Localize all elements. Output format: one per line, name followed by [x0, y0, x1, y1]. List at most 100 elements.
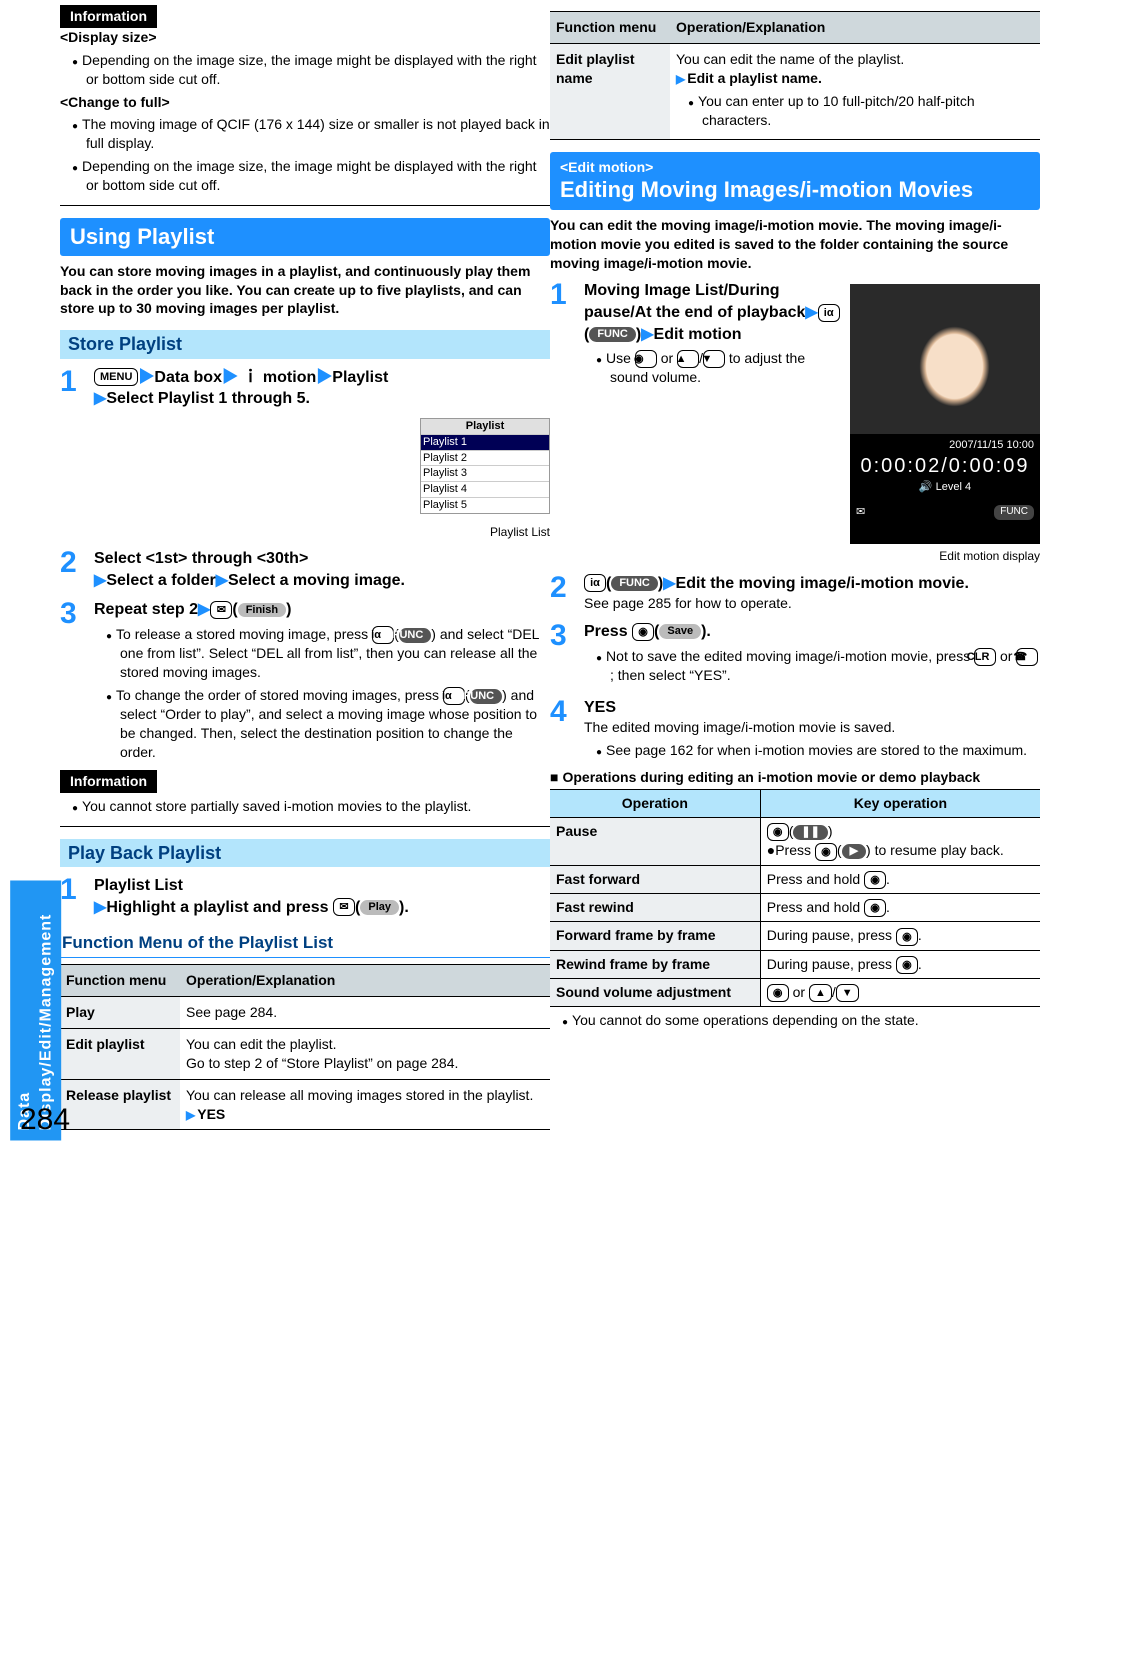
ir-key-icon: iα: [818, 304, 840, 322]
clr-key-icon: CLR: [974, 648, 996, 666]
step-text: Select <1st> through <30th>: [94, 548, 550, 570]
down-key-icon: ▼: [836, 984, 859, 1002]
step-1: 1 MENU▶Data box▶ ｉ motion▶Playlist ▶Sele…: [60, 367, 550, 410]
edit-title: Editing Moving Images/i-motion Movies: [560, 177, 1030, 203]
info-bullet: Depending on the image size, the image m…: [66, 157, 550, 195]
op-label: Rewind frame by frame: [550, 950, 760, 978]
table-row: Fast rewind Press and hold ◉.: [550, 893, 1040, 921]
ir-key-icon: iα: [372, 626, 394, 644]
step-text: Edit the moving image/i-motion movie.: [676, 575, 969, 592]
center-key-icon: ◉: [815, 843, 837, 861]
op-value: Press and hold ◉.: [760, 865, 1040, 893]
display-size-heading: <Display size>: [60, 28, 550, 47]
step-note: To change the order of stored moving ima…: [100, 686, 550, 762]
step-2: 2 iα(FUNC)▶Edit the moving image/i-motio…: [550, 573, 1040, 613]
fm-value: You can edit the name of the playlist. E…: [670, 43, 1040, 140]
op-value: During pause, press ◉.: [760, 950, 1040, 978]
step-note: See page 285 for how to operate.: [584, 594, 1040, 613]
store-playlist-heading: Store Playlist: [60, 330, 550, 358]
table-row: Play See page 284.: [60, 997, 550, 1029]
func-button-icon: FUNC: [589, 327, 636, 342]
up-key-icon: ▲: [677, 350, 699, 368]
play-icon: ▶: [842, 844, 866, 859]
editing-movies-heading: <Edit motion> Editing Moving Images/i-mo…: [550, 152, 1040, 209]
operations-heading: Operations during editing an i-motion mo…: [550, 768, 1040, 787]
play-button-icon: Play: [360, 900, 399, 915]
edit-tag: <Edit motion>: [560, 158, 1030, 177]
step-text: YES: [584, 697, 1040, 719]
pause-icon: ❚❚: [793, 825, 827, 840]
step-text: Select a folder: [106, 572, 215, 589]
photo-level: 🔊 Level 4: [856, 480, 1034, 495]
step-number: 1: [60, 875, 94, 918]
op-value: ◉(❚❚)●Press ◉(▶) to resume play back.: [760, 818, 1040, 866]
op-value: ◉ or ▲/▼: [760, 978, 1040, 1006]
step-text: Edit motion: [654, 326, 742, 343]
fm-label: Edit playlist name: [550, 43, 670, 140]
change-to-full-heading: <Change to full>: [60, 93, 550, 112]
table-row: Rewind frame by frame During pause, pres…: [550, 950, 1040, 978]
step-text: Playlist List: [94, 875, 550, 897]
save-button-icon: Save: [659, 624, 701, 639]
table-row: Forward frame by frame During pause, pre…: [550, 922, 1040, 950]
function-menu-table: Function menuOperation/Explanation Play …: [60, 964, 550, 1130]
step-number: 3: [60, 599, 94, 766]
photo-date: 2007/11/15 10:00: [856, 438, 1034, 453]
tail-note: You cannot do some operations depending …: [556, 1011, 1040, 1030]
right-key-icon: ◉: [896, 928, 918, 946]
step-text: Press: [584, 623, 632, 640]
down-key-icon: ▼: [703, 350, 725, 368]
information-tag: Information: [60, 770, 157, 793]
step-number: 1: [550, 280, 584, 564]
table-row: Edit playlist You can edit the playlist.…: [60, 1028, 550, 1079]
nav-key-icon: ◉: [635, 350, 657, 368]
left-key-icon: ◉: [896, 956, 918, 974]
list-item: Playlist 3: [421, 465, 549, 481]
fm-value: You can release all moving images stored…: [180, 1079, 550, 1130]
info-bullet: You cannot store partially saved i-motio…: [66, 797, 550, 816]
step-number: 1: [60, 367, 94, 410]
op-label: Fast forward: [550, 865, 760, 893]
center-key-icon: ◉: [632, 623, 654, 641]
table-header: Operation: [550, 790, 760, 818]
fm-note: You can enter up to 10 full-pitch/20 hal…: [682, 92, 1034, 130]
step-4: 4 YES The edited moving image/i-motion m…: [550, 697, 1040, 764]
step-number: 3: [550, 621, 584, 689]
function-menu-heading: Function Menu of the Playlist List: [60, 930, 550, 958]
op-label: Forward frame by frame: [550, 922, 760, 950]
edit-intro: You can edit the moving image/i-motion m…: [550, 216, 1040, 273]
end-key-icon: ☎: [1016, 648, 1038, 666]
ir-key-icon: iα: [584, 574, 606, 592]
step-number: 2: [60, 548, 94, 591]
step-number: 2: [550, 573, 584, 613]
play-back-playlist-heading: Play Back Playlist: [60, 839, 550, 867]
step-text: motion: [263, 369, 316, 386]
list-item: Playlist 5: [421, 497, 549, 513]
step-text: Moving Image List/During pause/At the en…: [584, 282, 805, 321]
func-button-icon: FUNC: [399, 628, 432, 643]
information-tag: Information: [60, 5, 157, 28]
fm-label: Play: [60, 997, 180, 1029]
mail-key-icon: ✉: [333, 898, 355, 916]
table-row: Edit playlist name You can edit the name…: [550, 43, 1040, 140]
step-note: To release a stored moving image, press …: [100, 625, 550, 682]
fm-label: Edit playlist: [60, 1028, 180, 1079]
table-header: Key operation: [760, 790, 1040, 818]
playlist-screenshot: Playlist Playlist 1 Playlist 2 Playlist …: [420, 418, 550, 514]
step-note: See page 162 for when i-motion movies ar…: [590, 741, 1040, 760]
table-row: Fast forward Press and hold ◉.: [550, 865, 1040, 893]
fm-value: See page 284.: [180, 997, 550, 1029]
using-playlist-intro: You can store moving images in a playlis…: [60, 262, 550, 319]
func-button-icon: FUNC: [470, 689, 503, 704]
menu-key-icon: MENU: [94, 368, 138, 386]
ir-key-icon: iα: [443, 687, 465, 705]
center-key-icon: ◉: [767, 823, 789, 841]
mail-icon: ✉: [856, 505, 865, 520]
table-row: Pause ◉(❚❚)●Press ◉(▶) to resume play ba…: [550, 818, 1040, 866]
function-menu-table-cont: Function menuOperation/Explanation Edit …: [550, 11, 1040, 140]
table-row: Sound volume adjustment ◉ or ▲/▼: [550, 978, 1040, 1006]
step-text: Repeat step 2: [94, 601, 198, 618]
step-text: Playlist: [332, 369, 388, 386]
edit-motion-screenshot: 2007/11/15 10:00 0:00:02/0:00:09 🔊 Level…: [850, 284, 1040, 544]
step-note: The edited moving image/i-motion movie i…: [584, 718, 1040, 737]
